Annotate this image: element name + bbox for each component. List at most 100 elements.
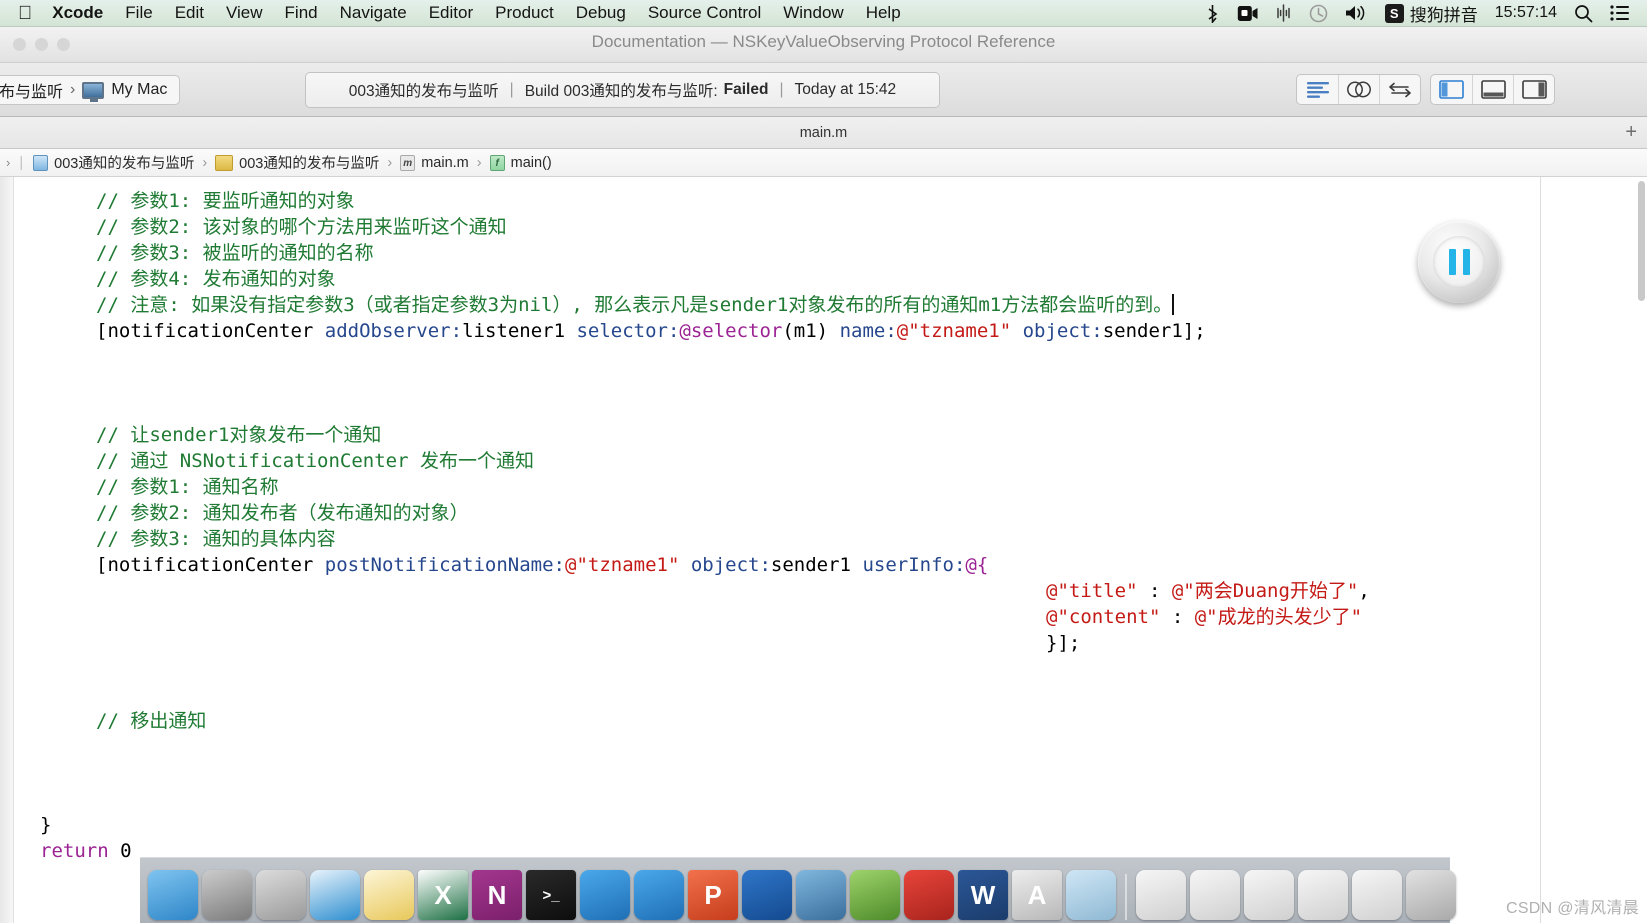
dock-item-powerpoint[interactable]: P — [688, 870, 738, 920]
code-token: }]; — [1046, 632, 1081, 654]
menu-item-editor[interactable]: Editor — [429, 3, 473, 23]
watermark: CSDN @清风清晨 — [1505, 900, 1639, 917]
code-token: // 参数3: 被监听的通知的名称 — [96, 242, 374, 264]
dock-item-onenote[interactable]: N — [472, 870, 522, 920]
apple-logo-icon[interactable]:  — [18, 4, 32, 23]
dock-item-launchpad[interactable] — [256, 870, 306, 920]
code-token: : — [1137, 580, 1172, 602]
function-icon: f — [489, 154, 505, 171]
toggle-navigator-button[interactable] — [1431, 75, 1472, 104]
menu-item-view[interactable]: View — [226, 3, 263, 23]
code-token: return — [40, 840, 121, 862]
status-bar[interactable]: 003通知的发布与监听 | Build 003通知的发布与监听: Failed … — [305, 72, 940, 108]
jumpbar-divider: | — [19, 154, 24, 171]
input-method-indicator[interactable]: S 搜狗拼音 — [1384, 1, 1478, 26]
dock-item-trash[interactable] — [1406, 870, 1456, 920]
status-project-name: 003通知的发布与监听 — [348, 83, 499, 100]
add-tab-button[interactable]: + — [1625, 121, 1637, 144]
dock-item-safari[interactable] — [310, 870, 360, 920]
dock-item-doc-1[interactable] — [1136, 870, 1186, 920]
dock-item-preview[interactable]: A — [1012, 870, 1062, 920]
dock-item-terminal[interactable]: >_ — [526, 870, 576, 920]
breadcrumb-symbol[interactable]: f main() — [489, 154, 552, 171]
menu-bar:  Xcode File Edit View Find Navigate Edi… — [0, 0, 1647, 27]
assistant-editor-button[interactable] — [1338, 75, 1379, 104]
code-line-8: // 参数1: 通知名称 — [96, 475, 279, 501]
scheme-selector[interactable]: 布与监听 › My Mac — [0, 75, 181, 105]
airplay-icon[interactable] — [1275, 4, 1292, 22]
menu-item-file[interactable]: File — [125, 3, 152, 23]
code-token: @"tzname1" — [896, 320, 1012, 342]
code-token: // 参数1: 要监听通知的对象 — [96, 190, 355, 212]
dock-item-excel[interactable]: X — [418, 870, 468, 920]
menu-item-find[interactable]: Find — [285, 3, 318, 23]
code-token: // 参数4: 发布通知的对象 — [96, 268, 336, 290]
breadcrumb-file[interactable]: m main.m — [400, 154, 469, 171]
vertical-scrollbar[interactable] — [1638, 181, 1645, 301]
menu-item-xcode[interactable]: Xcode — [52, 3, 103, 23]
standard-editor-button[interactable] — [1297, 75, 1338, 104]
dock-item-doc-5[interactable] — [1352, 870, 1402, 920]
dock-item-filezilla[interactable] — [904, 870, 954, 920]
forward-button-icon[interactable]: › — [6, 155, 10, 170]
menu-item-help[interactable]: Help — [866, 3, 901, 23]
dock-item-finder[interactable] — [148, 870, 198, 920]
dock-item-image-viewer[interactable] — [1066, 870, 1116, 920]
menu-item-window[interactable]: Window — [783, 3, 843, 23]
bluetooth-icon[interactable] — [1205, 4, 1220, 23]
search-icon[interactable] — [1574, 4, 1593, 23]
dock-item-snip-tool[interactable] — [742, 870, 792, 920]
menu-item-navigate[interactable]: Navigate — [340, 3, 407, 23]
screen-recording-icon[interactable] — [1237, 5, 1258, 22]
code-token: } — [40, 814, 52, 836]
background-documentation-window[interactable]: Documentation — NSKeyValueObserving Prot… — [0, 27, 1647, 63]
xcode-window: 布与监听 › My Mac 003通知的发布与监听 | Build 003通知的… — [0, 63, 1647, 923]
dock-item-xcode[interactable] — [580, 870, 630, 920]
tab-main-m[interactable]: main.m — [800, 125, 848, 141]
menu-item-edit[interactable]: Edit — [175, 3, 204, 23]
breadcrumb-project[interactable]: 003通知的发布与监听 — [33, 152, 194, 173]
dock-item-video-player[interactable] — [796, 870, 846, 920]
code-line-0: // 参数1: 要监听通知的对象 — [96, 189, 355, 215]
dock-item-word[interactable]: W — [958, 870, 1008, 920]
dock-item-doc-3[interactable] — [1244, 870, 1294, 920]
code-token: // 注意: 如果没有指定参数3（或者指定参数3为nil）, 那么表示凡是sen… — [96, 294, 1173, 316]
editor-gutter — [0, 177, 14, 923]
toggle-debug-area-button[interactable] — [1472, 75, 1513, 104]
onenote-icon: N — [487, 879, 507, 910]
code-line-4: // 注意: 如果没有指定参数3（或者指定参数3为nil）, 那么表示凡是sen… — [96, 293, 1175, 319]
timemachine-icon[interactable] — [1309, 4, 1328, 23]
menu-item-source-control[interactable]: Source Control — [648, 3, 761, 23]
editor-right-divider — [1540, 177, 1541, 923]
ime-badge: S — [1384, 3, 1404, 23]
menu-item-debug[interactable]: Debug — [576, 3, 626, 23]
code-line-6: // 让sender1对象发布一个通知 — [96, 423, 381, 449]
breadcrumb-folder[interactable]: 003通知的发布与监听 — [215, 152, 379, 173]
source-editor[interactable]: // 参数1: 要监听通知的对象 // 参数2: 该对象的哪个方法用来监听这个通知… — [0, 177, 1647, 923]
status-separator-2: | — [779, 81, 784, 98]
code-token: object: — [1022, 320, 1103, 342]
dock-item-simulator[interactable] — [634, 870, 684, 920]
code-token: addObserver: — [324, 320, 463, 342]
dock-item-browser[interactable] — [850, 870, 900, 920]
code-token: @{ — [965, 554, 989, 576]
dock-item-system-preferences[interactable] — [202, 870, 252, 920]
version-editor-button[interactable] — [1379, 75, 1420, 104]
notification-center-icon[interactable] — [1610, 5, 1630, 21]
dock-item-doc-4[interactable] — [1298, 870, 1348, 920]
code-token: sender1]; — [1102, 320, 1206, 342]
dock-item-notes[interactable] — [364, 870, 414, 920]
menubar-clock[interactable]: 15:57:14 — [1495, 4, 1557, 22]
folder-icon — [215, 154, 234, 171]
volume-icon[interactable] — [1345, 4, 1368, 22]
code-line-11: [notificationCenter postNotificationName… — [96, 553, 988, 579]
code-line-9: // 参数2: 通知发布者（发布通知的对象） — [96, 501, 469, 527]
pause-button[interactable] — [1418, 221, 1500, 303]
dock-item-doc-2[interactable] — [1190, 870, 1240, 920]
menu-item-product[interactable]: Product — [495, 3, 554, 23]
breadcrumb-separator-1: › — [202, 154, 208, 171]
code-token: postNotificationName: — [324, 554, 565, 576]
breadcrumb-folder-label: 003通知的发布与监听 — [239, 156, 380, 172]
toggle-utilities-button[interactable] — [1513, 75, 1554, 104]
code-token: selector: — [576, 320, 680, 342]
